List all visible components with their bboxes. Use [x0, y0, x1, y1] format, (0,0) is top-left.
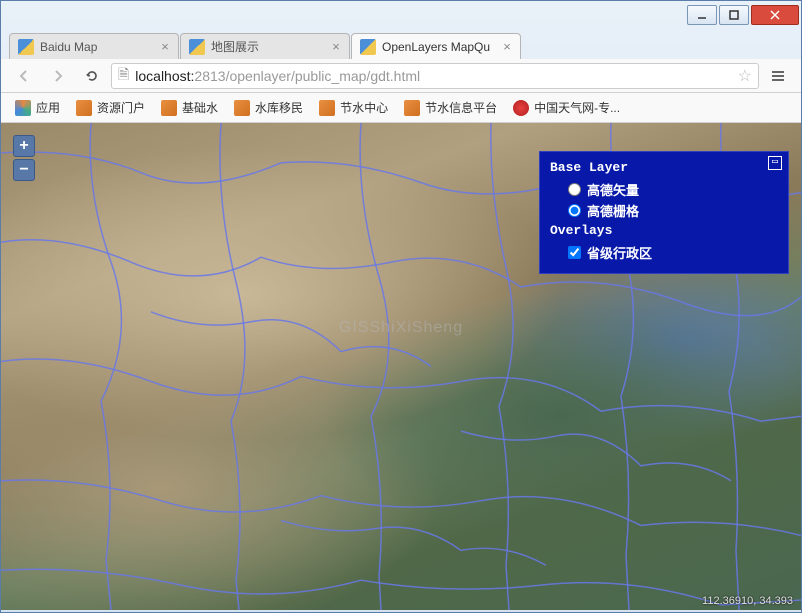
- tab-map-display[interactable]: 地图展示 ×: [180, 33, 350, 59]
- bookmark-label: 基础水: [182, 99, 218, 116]
- overlay-provinces[interactable]: 省级行政区: [550, 242, 778, 263]
- file-icon: 🗎: [118, 64, 129, 88]
- tab-baidu-map[interactable]: Baidu Map ×: [9, 33, 179, 59]
- window-titlebar: [1, 1, 801, 29]
- bookmark-apps[interactable]: 应用: [9, 96, 66, 119]
- bookmark-icon: [234, 100, 250, 116]
- bookmarks-bar: 应用 资源门户 基础水 水库移民 节水中心 节水信息平台 中国天气网-专...: [1, 93, 801, 123]
- bookmark-star-icon[interactable]: ☆: [738, 66, 752, 86]
- checkbox-province-overlay[interactable]: [568, 246, 581, 259]
- tab-close-icon[interactable]: ×: [158, 40, 172, 54]
- layer-switcher-panel: ▭ Base Layer 高德矢量 高德栅格 Overlays 省级行政区: [539, 151, 789, 274]
- zoom-in-button[interactable]: +: [13, 135, 35, 157]
- bookmark-icon: [161, 100, 177, 116]
- base-layer-heading: Base Layer: [550, 160, 778, 175]
- bookmark-label: 节水中心: [340, 99, 388, 116]
- weather-icon: [513, 100, 529, 116]
- bookmark-label: 资源门户: [97, 99, 145, 116]
- bookmark-icon: [319, 100, 335, 116]
- radio-gaode-raster[interactable]: [568, 204, 581, 217]
- base-layer-raster[interactable]: 高德栅格: [550, 200, 778, 221]
- bookmark-reservoir[interactable]: 水库移民: [228, 96, 309, 119]
- radio-gaode-vector[interactable]: [568, 183, 581, 196]
- tab-close-icon[interactable]: ×: [329, 40, 343, 54]
- bookmark-icon: [404, 100, 420, 116]
- overlays-heading: Overlays: [550, 223, 778, 238]
- tab-close-icon[interactable]: ×: [500, 40, 514, 54]
- tab-label: 地图展示: [211, 38, 259, 55]
- apps-icon: [15, 100, 31, 116]
- zoom-control: + −: [13, 135, 35, 183]
- base-layer-label: 高德矢量: [587, 180, 639, 199]
- zoom-out-button[interactable]: −: [13, 159, 35, 181]
- bookmark-label: 应用: [36, 99, 60, 116]
- close-button[interactable]: [751, 5, 799, 25]
- map-favicon-icon: [189, 39, 205, 55]
- tab-openlayers[interactable]: OpenLayers MapQu ×: [351, 33, 521, 59]
- reload-button[interactable]: [77, 62, 107, 90]
- url-text[interactable]: localhost:2813/openlayer/public_map/gdt.…: [135, 68, 731, 84]
- minimize-button[interactable]: [687, 5, 717, 25]
- bookmark-weather[interactable]: 中国天气网-专...: [507, 96, 626, 119]
- tab-label: OpenLayers MapQu: [382, 40, 490, 54]
- back-button[interactable]: [9, 62, 39, 90]
- bookmark-water-info[interactable]: 节水信息平台: [398, 96, 503, 119]
- bookmark-icon: [76, 100, 92, 116]
- forward-button[interactable]: [43, 62, 73, 90]
- overlay-label: 省级行政区: [587, 243, 652, 262]
- bookmark-resource-portal[interactable]: 资源门户: [70, 96, 151, 119]
- browser-window: Baidu Map × 地图展示 × OpenLayers MapQu × 🗎 …: [0, 0, 802, 613]
- chrome-menu-button[interactable]: [763, 62, 793, 90]
- toolbar: 🗎 localhost:2813/openlayer/public_map/gd…: [1, 59, 801, 93]
- bookmark-water-saving[interactable]: 节水中心: [313, 96, 394, 119]
- tab-strip: Baidu Map × 地图展示 × OpenLayers MapQu ×: [1, 29, 801, 59]
- map-favicon-icon: [18, 39, 34, 55]
- map-viewport[interactable]: GISShiXiSheng + − ▭ Base Layer 高德矢量 高德栅格…: [1, 123, 801, 610]
- layer-switcher-collapse-icon[interactable]: ▭: [768, 156, 782, 170]
- mouse-coordinates: 112.36910, 34.393: [702, 595, 793, 607]
- base-layer-vector[interactable]: 高德矢量: [550, 179, 778, 200]
- bookmark-label: 中国天气网-专...: [534, 99, 620, 116]
- address-bar[interactable]: 🗎 localhost:2813/openlayer/public_map/gd…: [111, 63, 759, 89]
- map-favicon-icon: [360, 39, 376, 55]
- tab-label: Baidu Map: [40, 40, 97, 54]
- bookmark-basic-water[interactable]: 基础水: [155, 96, 224, 119]
- bookmark-label: 节水信息平台: [425, 99, 497, 116]
- bookmark-label: 水库移民: [255, 99, 303, 116]
- maximize-button[interactable]: [719, 5, 749, 25]
- base-layer-label: 高德栅格: [587, 201, 639, 220]
